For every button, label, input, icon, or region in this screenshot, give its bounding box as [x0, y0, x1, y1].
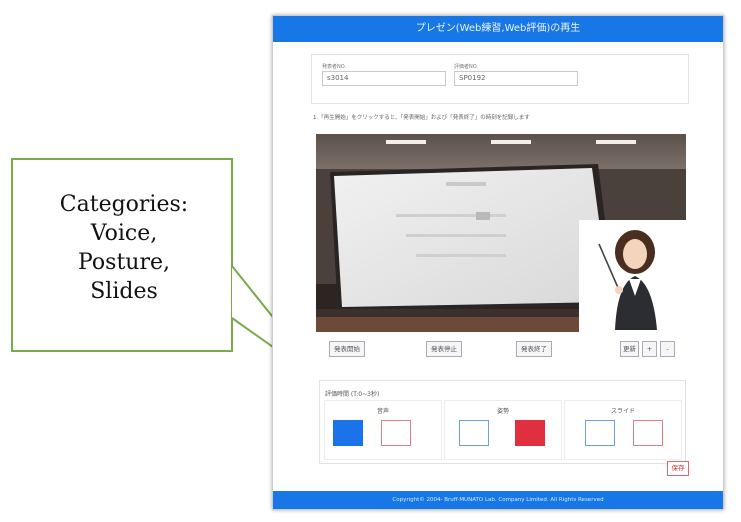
callout-line-4: Slides — [90, 279, 158, 304]
presenter-no-field[interactable]: s3014 — [322, 71, 446, 86]
save-button[interactable]: 保存 — [667, 461, 689, 476]
app-window: プレゼン(Web練習,Web評価)の再生 発表者NO. s3014 評価者NO.… — [272, 15, 724, 510]
category-voice: 音声 — [324, 400, 442, 460]
callout-text: Categories: Voice, Posture, Slides — [13, 190, 235, 306]
instruction-text: 1.「再生開始」をクリックすると、「発表開始」および「発表終了」の時刻を記録しま… — [313, 115, 530, 121]
callout-line-1: Categories: — [59, 192, 189, 217]
presenter-no-label: 発表者NO. — [322, 64, 347, 70]
refresh-button[interactable]: 更新 — [620, 341, 639, 357]
category-slides-label: スライド — [610, 408, 635, 415]
increase-button[interactable]: + — [642, 341, 657, 357]
posture-good-button[interactable] — [459, 420, 489, 446]
id-fields-card: 発表者NO. s3014 評価者NO. SP0192 — [311, 54, 689, 104]
lecture-scene-image — [316, 134, 686, 332]
category-slides: スライド — [564, 400, 682, 460]
evaluator-no-field[interactable]: SP0192 — [454, 71, 578, 86]
callout-line-2: Voice, — [90, 221, 158, 246]
end-presentation-button[interactable]: 発表終了 — [516, 341, 552, 357]
callout-line-3: Posture, — [78, 250, 170, 275]
evaluation-title: 評価時間 (T:0~3秒) — [325, 391, 380, 398]
category-posture: 姿勢 — [444, 400, 562, 460]
pause-presentation-button[interactable]: 発表停止 — [426, 341, 462, 357]
category-posture-label: 姿勢 — [496, 408, 509, 415]
slides-good-button[interactable] — [585, 420, 615, 446]
posture-bad-button[interactable] — [515, 420, 545, 446]
footer-copyright: Copyright© 2004- Bruff·MUNATO Lab. Compa… — [273, 491, 723, 509]
category-voice-label: 音声 — [376, 408, 389, 415]
start-presentation-button[interactable]: 発表開始 — [329, 341, 365, 357]
slides-bad-button[interactable] — [633, 420, 663, 446]
page-title: プレゼン(Web練習,Web評価)の再生 — [273, 16, 723, 42]
callout-box: Categories: Voice, Posture, Slides — [11, 158, 233, 352]
video-player[interactable] — [316, 134, 686, 332]
voice-good-button[interactable] — [333, 420, 363, 446]
evaluator-no-label: 評価者NO. — [454, 64, 479, 70]
evaluation-panel: 評価時間 (T:0~3秒) 音声 姿勢 スライド — [319, 380, 686, 464]
decrease-button[interactable]: - — [660, 341, 675, 357]
voice-bad-button[interactable] — [381, 420, 411, 446]
presenter-inset — [579, 220, 686, 332]
